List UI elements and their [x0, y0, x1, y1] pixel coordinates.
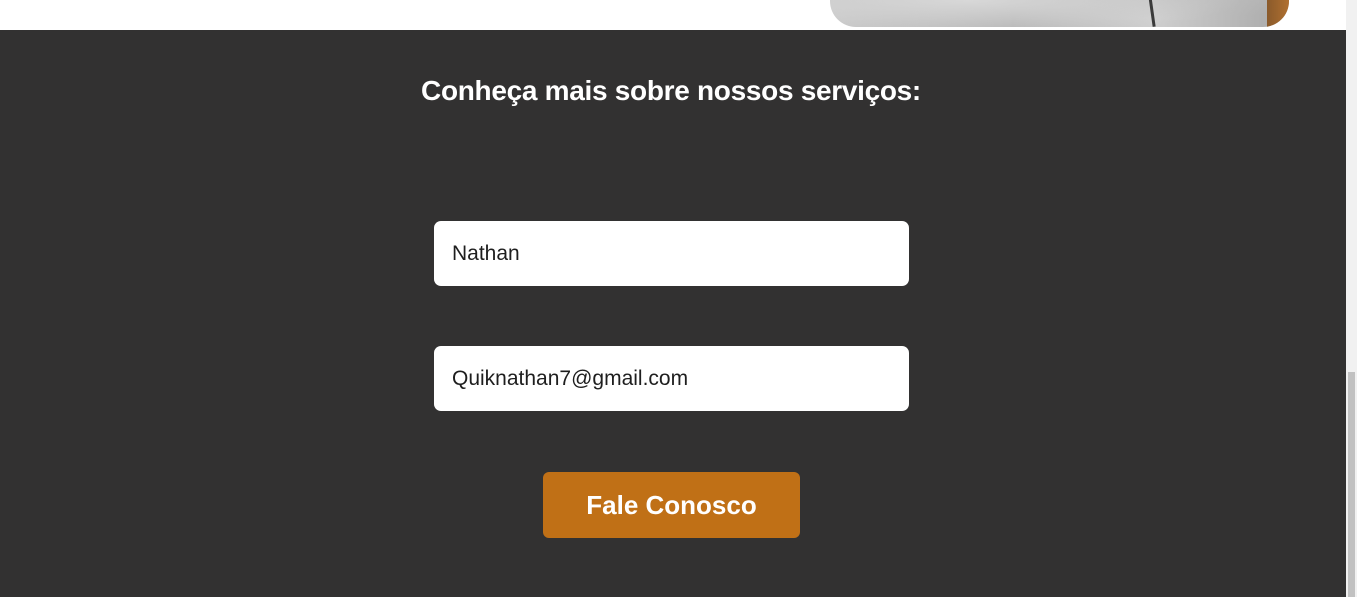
scrollbar-thumb[interactable] [1348, 372, 1355, 597]
contact-section: Conheça mais sobre nossos serviços: Fale… [0, 30, 1346, 597]
name-input[interactable] [434, 221, 909, 286]
section-title: Conheça mais sobre nossos serviços: [421, 75, 921, 106]
page: Conheça mais sobre nossos serviços: Fale… [0, 0, 1357, 597]
email-input[interactable] [434, 346, 909, 411]
top-strip [0, 0, 1346, 30]
vertical-scrollbar[interactable] [1346, 0, 1357, 597]
contact-button[interactable]: Fale Conosco [543, 472, 800, 538]
hero-image [830, 0, 1289, 27]
chair-leg-decoration [1143, 0, 1156, 27]
chair-wood-decoration [1267, 0, 1289, 27]
